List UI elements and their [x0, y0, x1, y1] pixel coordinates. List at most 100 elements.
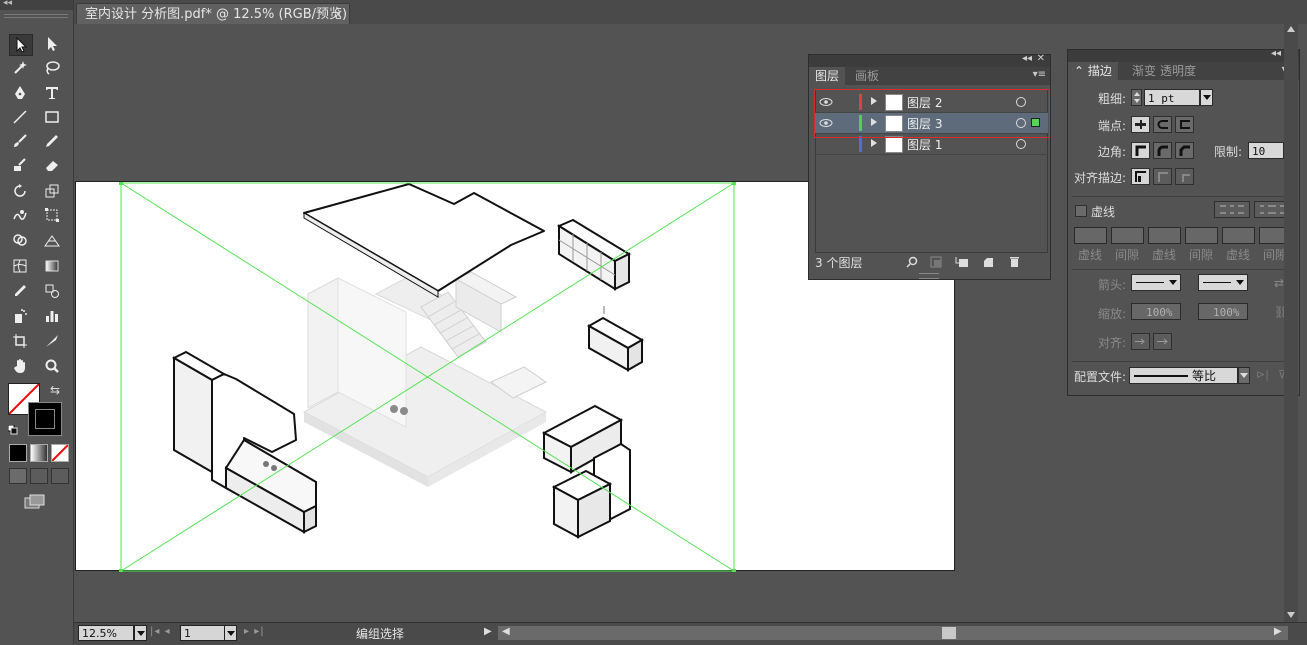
miter-join-button[interactable] [1131, 142, 1150, 159]
warp-tool[interactable] [9, 205, 31, 225]
clipping-mask-icon[interactable] [929, 255, 943, 269]
align-center-button[interactable] [1131, 168, 1150, 185]
end-arrowhead-dropdown[interactable] [1198, 274, 1248, 291]
perspective-grid-tool[interactable] [41, 230, 63, 250]
align-outside-button[interactable] [1175, 168, 1194, 185]
width-profile-dropdown[interactable]: 等比 [1129, 367, 1238, 384]
gradient-mode-icon[interactable] [30, 444, 48, 462]
lasso-tool[interactable] [41, 58, 63, 78]
eyedropper-tool[interactable] [9, 281, 31, 301]
round-join-button[interactable] [1153, 142, 1172, 159]
hand-tool[interactable] [9, 356, 31, 376]
scale-tool[interactable] [41, 181, 63, 201]
preserve-dash-button[interactable] [1214, 201, 1250, 218]
weight-stepper[interactable] [1131, 89, 1142, 106]
selection-tool[interactable] [9, 34, 33, 56]
zoom-dropdown[interactable] [134, 625, 147, 641]
free-transform-tool[interactable] [41, 205, 63, 225]
line-tool[interactable] [9, 107, 31, 127]
expand-triangle-icon[interactable] [871, 139, 877, 147]
screen-mode-icon[interactable] [24, 494, 46, 510]
new-layer-icon[interactable] [981, 255, 995, 269]
stroke-panel-grip[interactable]: ◂◂ ✕ [1068, 48, 1299, 62]
dash-3-input[interactable] [1222, 227, 1255, 244]
place-arrow-button[interactable] [1153, 333, 1172, 350]
none-mode-icon[interactable] [51, 444, 69, 462]
start-arrowhead-dropdown[interactable] [1131, 274, 1181, 291]
pencil-tool[interactable] [41, 131, 63, 151]
page-dropdown[interactable] [224, 625, 237, 641]
swap-fill-stroke-icon[interactable]: ⇆ [50, 383, 60, 397]
gap-2-input[interactable] [1185, 227, 1218, 244]
layer-name[interactable]: 图层 1 [907, 136, 942, 153]
draw-inside-icon[interactable] [51, 468, 69, 484]
collapse-icon[interactable]: ◂◂ [1271, 48, 1281, 59]
tab-layers[interactable]: 图层 [809, 67, 846, 85]
draw-behind-icon[interactable] [30, 468, 48, 484]
flip-along-icon[interactable]: ⊳| [1256, 368, 1269, 381]
horizontal-scroll-thumb[interactable] [942, 627, 956, 639]
dash-2-input[interactable] [1148, 227, 1181, 244]
collapse-icon[interactable]: ◂◂ [3, 0, 12, 8]
butt-cap-button[interactable] [1131, 116, 1150, 133]
tab-stroke[interactable]: ⌃ 描边 [1068, 62, 1118, 80]
mesh-tool[interactable] [9, 256, 31, 276]
color-mode-icon[interactable] [9, 444, 27, 462]
magic-wand-tool[interactable] [9, 58, 31, 78]
layer-target-icon[interactable] [1016, 139, 1026, 149]
swap-arrowheads-icon[interactable]: ⇄ [1274, 276, 1284, 290]
vertical-scrollbar[interactable] [1284, 24, 1298, 622]
bevel-join-button[interactable] [1175, 142, 1194, 159]
weight-dropdown[interactable] [1200, 89, 1213, 106]
gap-1-input[interactable] [1111, 227, 1144, 244]
draw-normal-icon[interactable] [9, 468, 27, 484]
scroll-left-icon[interactable]: ◀ [502, 626, 510, 637]
gradient-tool[interactable] [41, 256, 63, 276]
type-tool[interactable] [41, 83, 63, 103]
blend-tool[interactable] [41, 281, 63, 301]
slice-tool[interactable] [41, 331, 63, 351]
first-prev-page-icon[interactable]: |◂ ◂ [150, 626, 171, 637]
next-last-page-icon[interactable]: ▸ ▸| [244, 626, 265, 637]
close-tab-icon[interactable]: × [333, 4, 343, 25]
symbol-sprayer-tool[interactable] [9, 306, 31, 326]
close-panel-icon[interactable]: ✕ [1037, 53, 1045, 64]
direct-selection-tool[interactable] [41, 34, 63, 54]
layers-panel-grip[interactable]: ◂◂ ✕ [809, 53, 1050, 67]
new-sublayer-icon[interactable] [955, 255, 969, 269]
round-cap-button[interactable] [1153, 116, 1172, 133]
width-profile-arrow[interactable] [1238, 367, 1250, 384]
default-colors-icon[interactable] [7, 424, 18, 435]
extend-arrow-button[interactable] [1131, 333, 1150, 350]
blob-brush-tool[interactable] [9, 155, 31, 175]
projecting-cap-button[interactable] [1175, 116, 1194, 133]
start-scale-input[interactable]: 100% [1131, 303, 1181, 320]
collapse-icon[interactable]: ◂◂ [1022, 53, 1032, 64]
miter-limit-input[interactable]: 10 [1248, 142, 1284, 159]
column-graph-tool[interactable] [41, 306, 63, 326]
paintbrush-tool[interactable] [9, 131, 31, 151]
end-scale-input[interactable]: 100% [1198, 303, 1248, 320]
tools-panel-grip[interactable]: ◂◂ [0, 0, 73, 10]
panel-menu-icon[interactable]: ▾≡ [1033, 69, 1046, 80]
locate-object-icon[interactable] [905, 255, 919, 269]
horizontal-scrollbar[interactable] [498, 626, 1288, 640]
zoom-tool[interactable] [41, 356, 63, 376]
scroll-right-icon[interactable]: ▶ [1274, 626, 1282, 637]
panel-resize-grip[interactable] [919, 273, 939, 279]
tab-transparency[interactable]: 透明度 [1154, 62, 1202, 80]
eraser-tool[interactable] [41, 155, 63, 175]
tools-drag-bar[interactable] [4, 14, 68, 18]
pen-tool[interactable] [9, 83, 31, 103]
scroll-up-icon[interactable] [1287, 26, 1295, 32]
dashed-line-checkbox[interactable] [1075, 205, 1087, 217]
stroke-swatch[interactable] [28, 402, 62, 436]
status-menu-icon[interactable]: ▶ [484, 626, 492, 637]
tab-artboards[interactable]: 画板 [849, 67, 885, 85]
rectangle-tool[interactable] [41, 107, 63, 127]
document-tab[interactable]: 室内设计 分析图.pdf* @ 12.5% (RGB/预览) × [76, 3, 350, 24]
artboard-tool[interactable] [9, 331, 31, 351]
align-inside-button[interactable] [1153, 168, 1172, 185]
shape-builder-tool[interactable] [9, 230, 31, 250]
delete-layer-icon[interactable] [1007, 255, 1021, 269]
